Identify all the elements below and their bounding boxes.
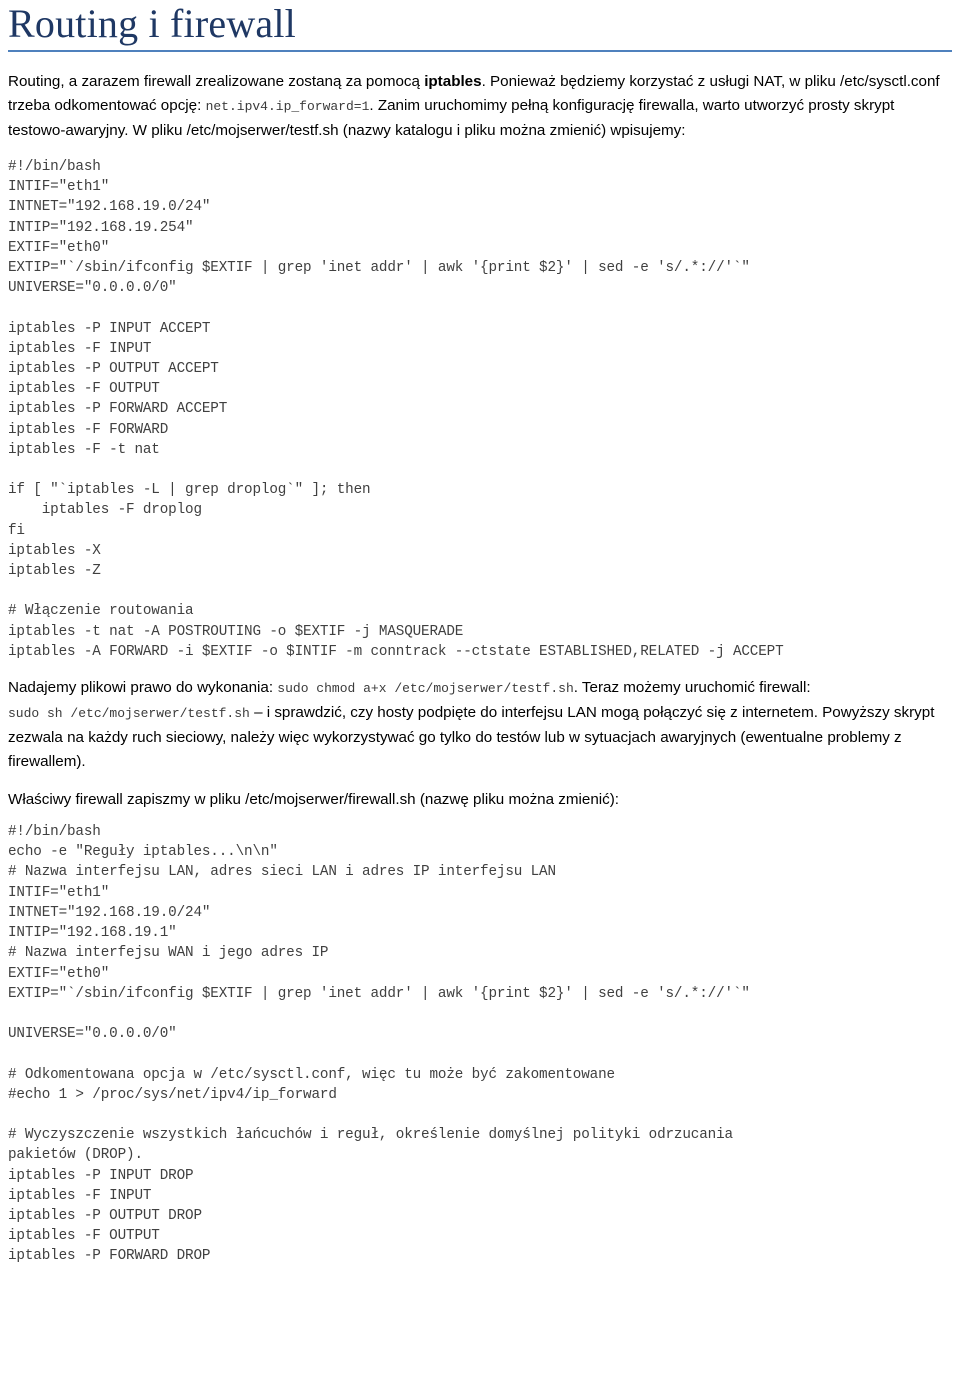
title-divider bbox=[8, 50, 952, 52]
code-block-firewall-sh: #!/bin/bash echo -e "Reguły iptables...\… bbox=[8, 824, 750, 1265]
intro-text-part1: Routing, a zarazem firewall zrealizowane… bbox=[8, 73, 425, 90]
intro-paragraph: Routing, a zarazem firewall zrealizowane… bbox=[8, 70, 950, 143]
exec-text-part2: . Teraz możemy uruchomić firewall: bbox=[573, 679, 811, 697]
intro-code-ip-forward: net.ipv4.ip_forward=1 bbox=[205, 99, 370, 114]
firewall-intro-paragraph: Właściwy firewall zapiszmy w pliku /etc/… bbox=[8, 791, 620, 809]
exec-code-chmod: sudo chmod a+x /etc/mojserwer/testf.sh bbox=[277, 681, 574, 697]
code-block-testf-sh: #!/bin/bash INTIF="eth1" INTNET="192.168… bbox=[8, 159, 784, 660]
exec-text-part1: Nadajemy plikowi prawo do wykonania: bbox=[8, 679, 278, 697]
exec-code-run-script: sudo sh /etc/mojserwer/testf.sh bbox=[8, 706, 250, 722]
document-page: Routing i firewall Routing, a zarazem fi… bbox=[0, 0, 960, 1281]
exec-permission-paragraph: Nadajemy plikowi prawo do wykonania: sud… bbox=[8, 676, 950, 774]
page-title: Routing i firewall bbox=[8, 1, 296, 46]
intro-bold-iptables: iptables bbox=[424, 73, 482, 90]
